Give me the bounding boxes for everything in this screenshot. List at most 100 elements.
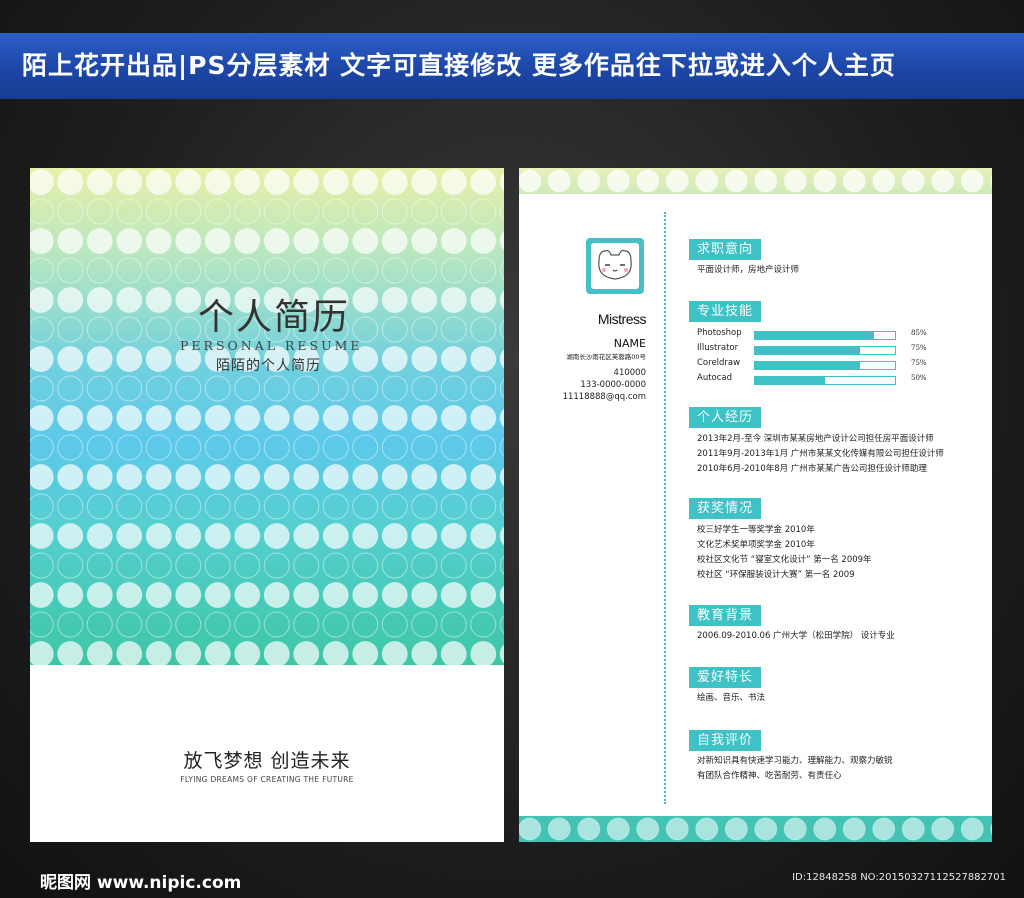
pattern-dot bbox=[381, 464, 408, 490]
pattern-dot bbox=[872, 169, 896, 193]
pattern-dot bbox=[411, 641, 438, 665]
skill-bar-fill bbox=[755, 347, 860, 354]
pattern-dot bbox=[322, 523, 349, 549]
pattern-dot bbox=[293, 582, 320, 608]
pattern-dot bbox=[57, 611, 84, 638]
pattern-dot bbox=[145, 523, 172, 549]
pattern-dot bbox=[352, 198, 379, 225]
pattern-dot bbox=[175, 257, 202, 284]
pattern-dot bbox=[204, 257, 231, 284]
pattern-dot bbox=[499, 201, 504, 222]
experience-line: 2013年2月-至今 深圳市某某房地产设计公司担任房平面设计师 bbox=[697, 434, 934, 444]
pattern-dot bbox=[322, 493, 349, 520]
pattern-dot bbox=[204, 582, 231, 608]
pattern-dot bbox=[960, 169, 984, 193]
circle-pattern-graphic bbox=[30, 169, 504, 665]
pattern-dot bbox=[665, 817, 689, 841]
pattern-dot bbox=[352, 582, 379, 608]
pattern-dot bbox=[499, 644, 504, 664]
pattern-dot bbox=[57, 552, 84, 579]
pattern-dot bbox=[470, 316, 497, 343]
pattern-dot bbox=[175, 198, 202, 225]
pattern-dot bbox=[263, 641, 290, 665]
resume-email: 11118888@qq.com bbox=[562, 392, 646, 402]
pattern-dot bbox=[86, 464, 113, 490]
pattern-dot bbox=[145, 346, 172, 372]
pattern-dot bbox=[30, 641, 54, 665]
pattern-dot bbox=[440, 611, 467, 638]
pattern-dot bbox=[116, 552, 143, 579]
skill-bar-fill bbox=[755, 332, 874, 339]
pattern-dot bbox=[352, 523, 379, 549]
pattern-dot bbox=[901, 169, 925, 193]
pattern-dot bbox=[322, 405, 349, 431]
pattern-dot bbox=[57, 257, 84, 284]
pattern-dot bbox=[86, 611, 113, 638]
section-awards: 获奖情况 校三好学生一等奖学金 2010年 文化艺术奖单项奖学金 2010年 校… bbox=[689, 497, 981, 583]
pattern-dot bbox=[499, 349, 504, 369]
pattern-dot bbox=[293, 375, 320, 402]
pattern-dot bbox=[352, 169, 379, 195]
pattern-dot bbox=[322, 552, 349, 579]
pattern-dot bbox=[499, 585, 504, 605]
pattern-dot bbox=[57, 346, 84, 372]
pattern-dot bbox=[175, 493, 202, 520]
pattern-dot bbox=[57, 464, 84, 490]
pattern-dot bbox=[842, 169, 866, 193]
pattern-dot bbox=[204, 198, 231, 225]
award-line: 校社区 “环保服装设计大赛” 第一名 2009 bbox=[697, 570, 855, 580]
pattern-dot bbox=[234, 169, 261, 195]
top-circle-strip bbox=[519, 168, 992, 194]
pattern-dot bbox=[499, 378, 504, 399]
pattern-dot bbox=[440, 582, 467, 608]
pattern-dot bbox=[547, 169, 571, 193]
pattern-dot bbox=[263, 198, 290, 225]
pattern-dot bbox=[381, 552, 408, 579]
section-skills: 专业技能 Photoshop 85% Illustrator 75% Coreldraw… bbox=[689, 300, 981, 388]
pattern-dot bbox=[352, 493, 379, 520]
cover-subtitle-en: PERSONAL RESUME bbox=[180, 338, 363, 353]
pattern-dot bbox=[263, 552, 290, 579]
skill-bar-fill bbox=[755, 377, 825, 384]
pattern-dot bbox=[204, 375, 231, 402]
pattern-dot bbox=[263, 493, 290, 520]
pattern-dot bbox=[470, 287, 497, 313]
pattern-dot bbox=[175, 582, 202, 608]
pattern-dot bbox=[352, 611, 379, 638]
skill-bar bbox=[754, 331, 896, 340]
pattern-dot bbox=[293, 523, 320, 549]
award-line: 校三好学生一等奖学金 2010年 bbox=[697, 525, 815, 535]
pattern-dot bbox=[470, 493, 497, 520]
pattern-dot bbox=[724, 169, 748, 193]
pattern-dot bbox=[116, 405, 143, 431]
resume-phone: 133-0000-0000 bbox=[580, 380, 646, 390]
pattern-dot bbox=[411, 552, 438, 579]
pattern-dot bbox=[293, 552, 320, 579]
pattern-dot bbox=[204, 493, 231, 520]
pattern-dot bbox=[234, 405, 261, 431]
pattern-dot bbox=[440, 169, 467, 195]
pattern-dot bbox=[57, 375, 84, 402]
pattern-dot bbox=[30, 523, 54, 549]
resume-postcode: 410000 bbox=[613, 368, 646, 378]
pattern-dot bbox=[322, 464, 349, 490]
skill-bar-fill bbox=[755, 362, 860, 369]
pattern-dot bbox=[411, 375, 438, 402]
pattern-dot bbox=[293, 228, 320, 254]
objective-line: 平面设计师，房地产设计师 bbox=[697, 265, 800, 275]
pattern-dot bbox=[116, 257, 143, 284]
pattern-dot bbox=[30, 552, 54, 579]
pattern-dot bbox=[381, 257, 408, 284]
pattern-dot bbox=[145, 611, 172, 638]
pattern-dot bbox=[293, 169, 320, 195]
skill-name: Coreldraw bbox=[697, 358, 741, 368]
pattern-dot bbox=[175, 552, 202, 579]
pattern-dot bbox=[30, 169, 54, 195]
pattern-dot bbox=[519, 817, 542, 841]
pattern-dot bbox=[695, 817, 719, 841]
skills-list: Photoshop 85% Illustrator 75% Coreldraw 75% Au… bbox=[689, 328, 981, 388]
pattern-dot bbox=[440, 287, 467, 313]
pattern-dot bbox=[293, 611, 320, 638]
resume-name-en: Mistress bbox=[597, 311, 647, 327]
pattern-dot bbox=[145, 375, 172, 402]
